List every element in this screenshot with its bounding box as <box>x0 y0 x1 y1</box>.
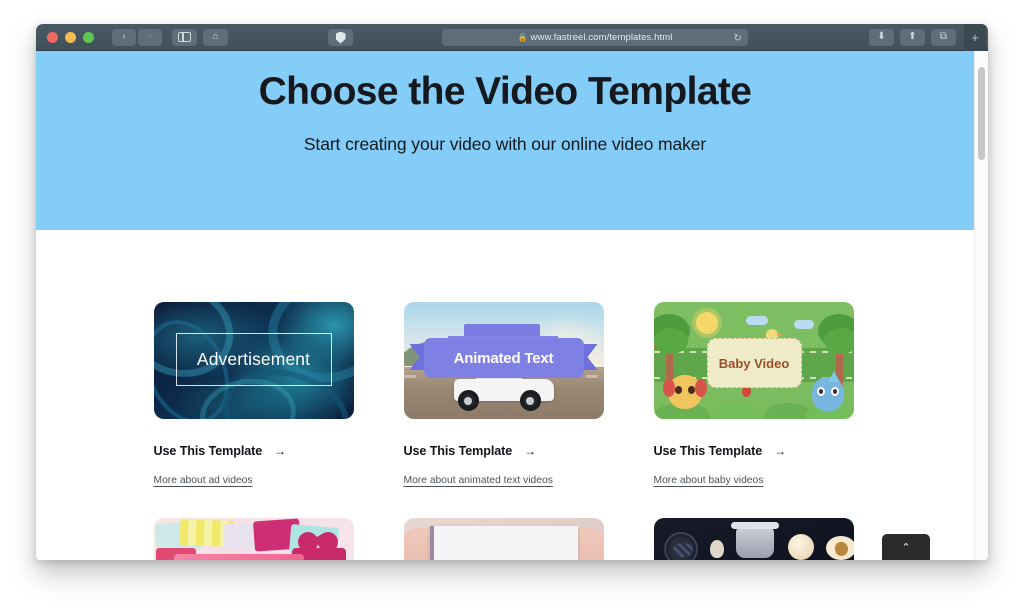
thumbnail-label: Animated Text <box>453 349 554 367</box>
template-thumbnail-cooking[interactable]: Cooking <box>653 518 854 560</box>
home-icon: ⌂ <box>212 31 219 42</box>
thumbnail-text-frame: Advertisement <box>175 333 332 386</box>
browser-toolbar: ‹ › ⌂ 🔒 www.fastreel.com/templates.html … <box>36 24 988 51</box>
cloud-icon <box>793 320 814 329</box>
bush-decoration <box>711 403 758 419</box>
creature-eye <box>830 387 839 396</box>
blue-creature-character <box>811 371 844 411</box>
template-card: Animated Text Use This Template → More a… <box>403 302 604 488</box>
ribbon-bow-icon <box>293 528 342 556</box>
template-thumbnail-gifts[interactable] <box>153 518 354 560</box>
chevron-up-icon: ⌃ <box>901 541 911 554</box>
arrow-right-icon: → <box>774 444 787 458</box>
creature-eye <box>816 387 825 396</box>
thumbnail-text-frame: Baby Video <box>706 338 802 388</box>
tree-foliage <box>653 328 688 354</box>
mussels-icon <box>663 532 698 560</box>
view-buttons: ⌂ <box>172 28 228 46</box>
toolbar-right-buttons: ⬇ ⬆ ⧉ + <box>869 24 986 51</box>
home-button[interactable]: ⌂ <box>203 28 228 46</box>
dog-ear <box>662 379 675 397</box>
garlic-icon <box>709 540 724 558</box>
page-scrollbar[interactable] <box>974 51 988 560</box>
template-card: Advertisement Use This Template → More a… <box>153 302 354 488</box>
templates-section: Advertisement Use This Template → More a… <box>36 230 974 560</box>
more-about-link[interactable]: More about baby videos <box>654 475 764 486</box>
more-about-link[interactable]: More about animated text videos <box>404 475 553 486</box>
ribbon-center: Animated Text <box>423 338 584 378</box>
pot-icon <box>730 522 779 558</box>
window-controls <box>47 31 94 43</box>
shield-icon <box>335 31 346 44</box>
template-card: Baby Video Use This Template → More abou… <box>653 302 854 488</box>
zoom-button[interactable] <box>83 31 94 43</box>
browser-window: ‹ › ⌂ 🔒 www.fastreel.com/templates.html … <box>36 24 988 560</box>
use-this-template-label: Use This Template <box>153 444 263 458</box>
thumbnail-text-frame: Book <box>429 526 578 560</box>
downloads-button[interactable]: ⬇ <box>869 28 894 46</box>
minimize-button[interactable] <box>65 31 76 43</box>
back-button[interactable]: ‹ <box>112 28 136 46</box>
reload-icon[interactable]: ↻ <box>734 33 742 44</box>
car-wheel <box>519 390 541 411</box>
dog-ear <box>694 379 707 397</box>
close-button[interactable] <box>47 31 58 43</box>
onion-icon <box>787 534 814 560</box>
share-button[interactable]: ⬆ <box>900 28 925 46</box>
template-thumbnail-advertisement[interactable]: Advertisement <box>153 302 354 419</box>
dog-eye <box>687 386 695 394</box>
screen: ‹ › ⌂ 🔒 www.fastreel.com/templates.html … <box>0 0 1024 609</box>
use-this-template-link[interactable]: Use This Template → <box>654 444 854 458</box>
template-thumbnail-baby-video[interactable]: Baby Video <box>653 302 854 419</box>
tree-foliage <box>823 328 854 354</box>
page-title: Choose the Video Template <box>258 70 752 113</box>
page-viewport: Choose the Video Template Start creating… <box>36 51 988 560</box>
sun-icon <box>695 312 718 334</box>
address-bar[interactable]: 🔒 www.fastreel.com/templates.html ↻ <box>442 29 748 46</box>
use-this-template-link[interactable]: Use This Template → <box>154 444 354 458</box>
use-this-template-link[interactable]: Use This Template → <box>404 444 604 458</box>
party-hat-icon <box>827 371 840 382</box>
ribbon-banner: Animated Text <box>404 324 604 386</box>
arrow-right-icon: → <box>524 444 537 458</box>
template-card <box>153 518 354 560</box>
url-text: www.fastreel.com/templates.html <box>530 32 673 43</box>
thumbnail-label: Baby Video <box>718 355 790 371</box>
arrow-right-icon: → <box>274 444 287 458</box>
scrollbar-thumb[interactable] <box>978 67 985 160</box>
template-card: Book <box>403 518 604 560</box>
privacy-report-button[interactable] <box>328 29 353 46</box>
sidebar-icon <box>178 31 191 43</box>
template-thumbnail-animated-text[interactable]: Animated Text <box>403 302 604 419</box>
page-subtitle: Start creating your video with our onlin… <box>303 133 707 154</box>
dog-character <box>662 375 707 409</box>
scroll-to-top-button[interactable]: ⌃ <box>882 534 930 560</box>
dog-eye <box>674 386 682 394</box>
car-wheel <box>457 390 479 411</box>
page-content: Choose the Video Template Start creating… <box>36 51 974 560</box>
thumbnail-label: Advertisement <box>196 349 311 369</box>
hero-section: Choose the Video Template Start creating… <box>36 51 974 230</box>
template-card: Cooking <box>653 518 854 560</box>
nut-icon <box>834 542 848 556</box>
forward-button[interactable]: › <box>138 28 162 46</box>
more-about-link[interactable]: More about ad videos <box>154 475 253 486</box>
gift-box <box>173 554 304 560</box>
tab-overview-button[interactable]: ⧉ <box>931 28 956 46</box>
cloud-icon <box>745 316 768 325</box>
lock-icon: 🔒 <box>517 33 528 42</box>
new-tab-button[interactable]: + <box>964 24 986 51</box>
templates-grid: Advertisement Use This Template → More a… <box>153 302 857 560</box>
use-this-template-label: Use This Template <box>403 444 513 458</box>
template-thumbnail-book[interactable]: Book <box>403 518 604 560</box>
sidebar-toggle-button[interactable] <box>172 28 197 46</box>
nav-buttons: ‹ › <box>112 28 162 46</box>
use-this-template-label: Use This Template <box>653 444 763 458</box>
